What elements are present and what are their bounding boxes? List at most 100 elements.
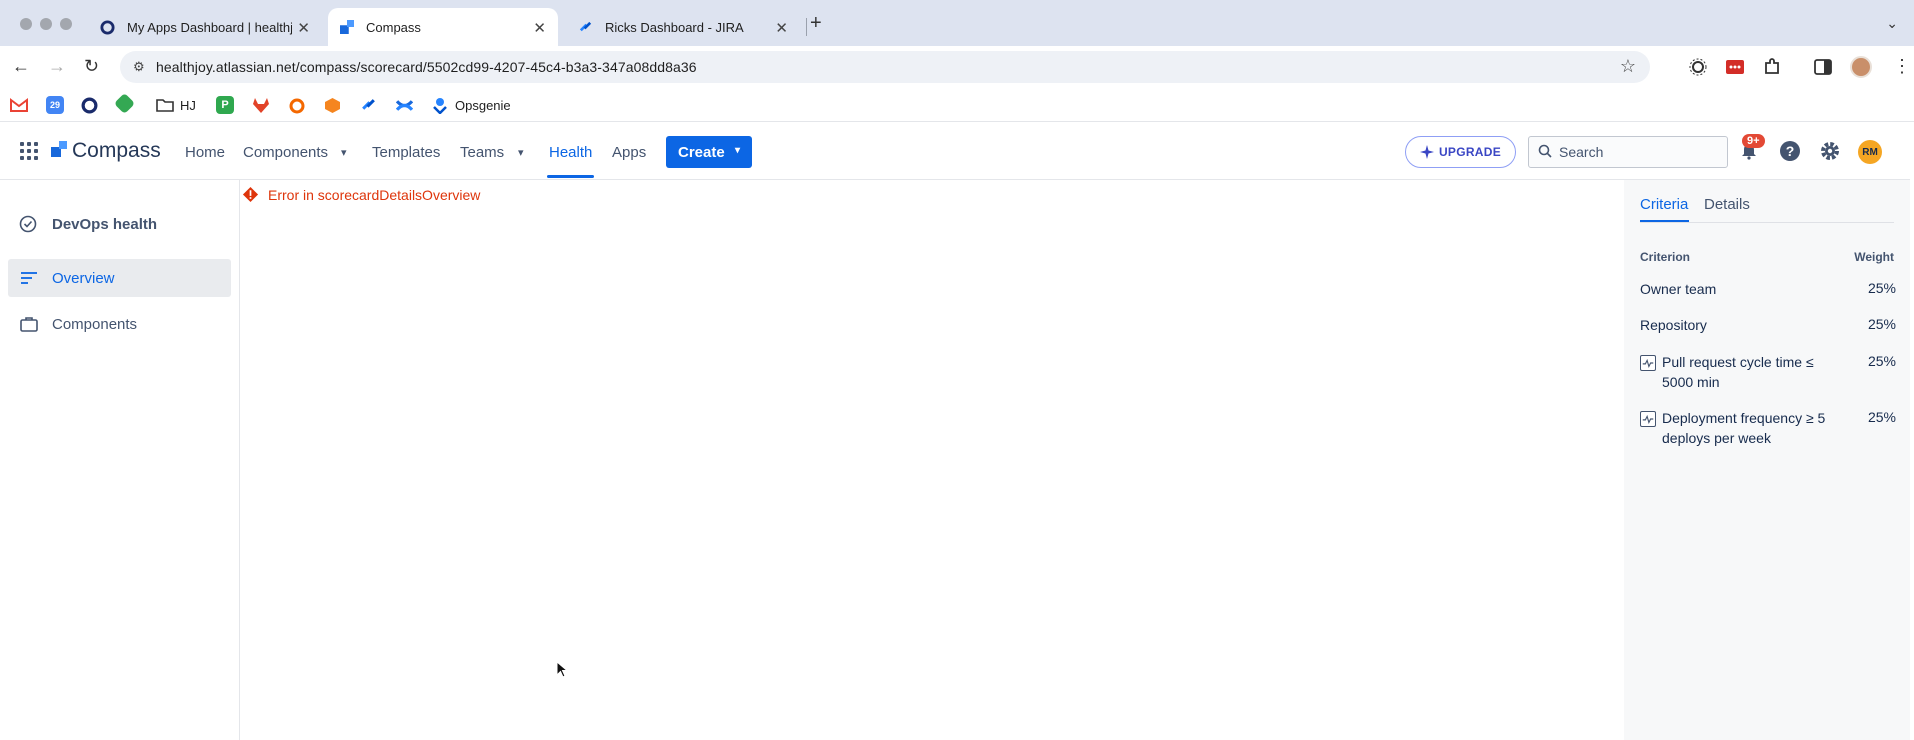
profile-avatar[interactable] [1850, 56, 1872, 78]
user-avatar[interactable]: RM [1858, 140, 1882, 164]
side-panel-icon[interactable] [1814, 58, 1832, 76]
nav-home[interactable]: Home [185, 144, 225, 161]
criterion-name: Pull request cycle time ≤ 5000 min [1662, 354, 1814, 390]
criterion-row: Pull request cycle time ≤ 5000 min 25% [1640, 352, 1896, 394]
search-icon [1538, 144, 1552, 158]
active-nav-indicator [547, 175, 594, 178]
criterion-weight: 25% [1867, 280, 1896, 296]
app-switcher-icon[interactable] [20, 142, 38, 160]
settings-gear-icon[interactable] [1818, 139, 1842, 163]
site-info-icon[interactable]: ⚙ [133, 59, 145, 75]
metric-pulse-icon [1640, 355, 1656, 371]
forward-arrow-icon[interactable]: → [48, 56, 66, 77]
browser-tab-compass[interactable]: Compass ✕ [328, 8, 558, 46]
criterion-name: Owner team [1640, 281, 1717, 297]
url-text[interactable]: healthjoy.atlassian.net/compass/scorecar… [156, 59, 697, 75]
folder-icon[interactable] [156, 97, 174, 113]
search-input[interactable] [1559, 143, 1719, 161]
error-alert-icon [242, 186, 259, 203]
confluence-bookmark-icon[interactable] [396, 97, 413, 114]
gitlab-icon[interactable] [252, 97, 270, 114]
criterion-row: Repository 25% [1640, 315, 1896, 337]
extension-sun-icon[interactable] [1688, 57, 1708, 77]
extension-lastpass-icon[interactable] [1725, 57, 1745, 77]
close-tab-icon[interactable]: ✕ [775, 19, 788, 37]
extensions-puzzle-icon[interactable] [1762, 57, 1782, 77]
okta-icon [100, 19, 115, 35]
opsgenie-bookmark-label[interactable]: Opsgenie [455, 98, 511, 113]
jira-favicon-icon [579, 21, 592, 31]
bookmarks-bar: 29 HJ P Opsgenie [0, 88, 1914, 122]
svg-text:?: ? [1786, 143, 1795, 159]
error-message: Error in scorecardDetailsOverview [242, 186, 480, 203]
error-text: Error in scorecardDetailsOverview [268, 186, 481, 203]
nav-teams[interactable]: Teams [460, 144, 504, 161]
back-arrow-icon[interactable]: ← [12, 56, 30, 77]
sidebar-item-overview[interactable]: Overview [8, 259, 231, 297]
sparkle-icon [1419, 145, 1434, 159]
tab-separator [806, 18, 807, 36]
overview-lines-icon [21, 272, 37, 284]
reload-icon[interactable]: ↻ [84, 56, 99, 77]
chevron-down-icon: ▾ [734, 145, 740, 156]
nav-apps[interactable]: Apps [612, 144, 646, 161]
chevron-down-icon[interactable]: ▾ [341, 146, 347, 159]
bookmark-folder-label[interactable]: HJ [180, 98, 196, 113]
criterion-row: Deployment frequency ≥ 5 deploys per wee… [1640, 408, 1896, 450]
grafana-icon[interactable] [288, 97, 306, 115]
p-bookmark-icon[interactable]: P [216, 96, 234, 114]
criterion-name: Deployment frequency ≥ 5 deploys per wee… [1662, 410, 1826, 446]
browser-tab-strip: My Apps Dashboard | healthjoy ✕ Compass … [0, 0, 1914, 46]
tab-title: Ricks Dashboard - JIRA [605, 19, 744, 35]
okta-bookmark-icon[interactable] [81, 97, 98, 114]
close-tab-icon[interactable]: ✕ [297, 19, 310, 37]
package-icon[interactable] [324, 97, 341, 114]
compass-logo-icon [51, 141, 67, 157]
tab-details[interactable]: Details [1704, 196, 1750, 213]
tab-title: My Apps Dashboard | healthjoy [127, 19, 292, 35]
criterion-column-header: Criterion [1640, 250, 1691, 264]
tab-title: Compass [366, 19, 421, 35]
sidebar-item-label: Overview [52, 270, 115, 287]
criterion-weight: 25% [1867, 409, 1896, 425]
browser-menu-icon[interactable]: ⋮ [1893, 56, 1911, 77]
compass-logo-text[interactable]: Compass [72, 139, 161, 163]
criterion-row: Owner team 25% [1640, 279, 1896, 301]
new-tab-plus-icon[interactable]: + [810, 12, 822, 35]
window-close-control[interactable] [20, 18, 32, 30]
window-zoom-control[interactable] [60, 18, 72, 30]
upgrade-button[interactable]: UPGRADE [1405, 136, 1516, 168]
tab-search-chevron-icon[interactable]: ⌄ [1886, 15, 1898, 32]
diamond-bookmark-icon[interactable] [113, 92, 136, 115]
browser-toolbar: ← → ↻ ⚙ healthjoy.atlassian.net/compass/… [0, 46, 1914, 88]
tab-criteria[interactable]: Criteria [1640, 196, 1688, 213]
notification-count-badge: 9+ [1742, 134, 1765, 148]
browser-tab-jira[interactable]: Ricks Dashboard - JIRA ✕ [568, 8, 798, 46]
nav-templates[interactable]: Templates [372, 144, 440, 161]
sidebar-item-components[interactable]: Components [8, 305, 231, 343]
criterion-weight: 25% [1867, 353, 1896, 369]
search-field[interactable] [1528, 136, 1728, 168]
nav-components[interactable]: Components [243, 144, 328, 161]
upgrade-button-label: UPGRADE [1438, 145, 1502, 159]
browser-tab-my-apps[interactable]: My Apps Dashboard | healthjoy ✕ [90, 8, 320, 46]
address-bar[interactable]: ⚙ healthjoy.atlassian.net/compass/scorec… [120, 51, 1650, 83]
chevron-down-icon[interactable]: ▾ [518, 146, 524, 159]
create-button[interactable]: Create ▾ [666, 136, 752, 168]
help-icon[interactable]: ? [1778, 139, 1802, 163]
jira-bookmark-icon[interactable] [360, 97, 377, 114]
sidebar-item-label: Components [52, 316, 138, 333]
criterion-name: Repository [1640, 317, 1707, 333]
create-button-label: Create [678, 143, 725, 161]
opsgenie-icon[interactable] [432, 97, 448, 114]
briefcase-icon [20, 317, 38, 332]
app-top-navigation: Compass Home Components ▾ Templates Team… [0, 122, 1910, 180]
gmail-icon[interactable] [10, 97, 28, 113]
criteria-panel: Criteria Details Criterion Weight Owner … [1624, 180, 1910, 740]
bookmark-star-icon[interactable]: ☆ [1620, 56, 1636, 77]
window-minimize-control[interactable] [40, 18, 52, 30]
nav-health[interactable]: Health [549, 144, 592, 161]
close-tab-icon[interactable]: ✕ [533, 19, 546, 37]
check-circle-icon [19, 215, 37, 233]
calendar-icon[interactable]: 29 [46, 96, 64, 114]
